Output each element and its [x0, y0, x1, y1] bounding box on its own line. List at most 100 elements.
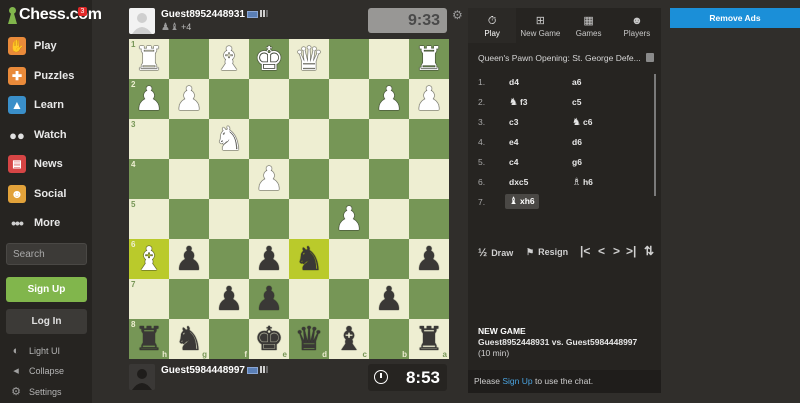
square-d3[interactable]	[289, 119, 329, 159]
square-b5[interactable]	[369, 199, 409, 239]
square-b7[interactable]: ♟	[369, 279, 409, 319]
sidebar-item-puzzles[interactable]: ✚ Puzzles	[0, 63, 92, 89]
white-pawn-icon[interactable]: ♟	[334, 199, 364, 239]
top-player-avatar[interactable]	[129, 8, 155, 34]
move-white[interactable]: e4	[509, 137, 518, 147]
square-a2[interactable]: ♟	[409, 79, 449, 119]
square-g6[interactable]: ♟	[169, 239, 209, 279]
white-rook-icon[interactable]: ♜	[134, 39, 164, 79]
white-pawn-icon[interactable]: ♟	[174, 79, 204, 119]
chess-board[interactable]: 1 ♜ ♝ ♚ ♛ ♜ 2 ♟ ♟ ♟ ♟ 3 ♞ 4 ♟ 5 ♟ 6 ♝ ♟ ♟ ♞ ♟ 7 ♟ ♟ ♟ 8 h ♜ g ♞ f e ♚ d ♛ c ♝ b…	[129, 39, 449, 359]
square-e4[interactable]: ♟	[249, 159, 289, 199]
square-g3[interactable]	[169, 119, 209, 159]
square-a6[interactable]: ♟	[409, 239, 449, 279]
square-b2[interactable]: ♟	[369, 79, 409, 119]
white-bishop-icon[interactable]: ♝	[134, 239, 164, 279]
log-in-button[interactable]: Log In	[6, 309, 87, 334]
move-black[interactable]: ♗ h6	[572, 177, 593, 188]
previous-move-icon[interactable]: <	[598, 244, 605, 258]
settings-link[interactable]: ⚙ Settings	[0, 383, 92, 401]
square-g8[interactable]: g ♞	[169, 319, 209, 359]
square-f8[interactable]: f	[209, 319, 249, 359]
move-white[interactable]: ♞ f3	[509, 97, 528, 108]
square-h7[interactable]: 7	[129, 279, 169, 319]
white-king-icon[interactable]: ♚	[254, 39, 284, 79]
black-pawn-icon[interactable]: ♟	[254, 239, 284, 279]
square-a1[interactable]: ♜	[409, 39, 449, 79]
book-icon[interactable]	[646, 53, 654, 62]
bottom-player-avatar[interactable]	[129, 364, 155, 390]
square-a7[interactable]	[409, 279, 449, 319]
square-g4[interactable]	[169, 159, 209, 199]
square-c8[interactable]: c ♝	[329, 319, 369, 359]
square-c7[interactable]	[329, 279, 369, 319]
notification-badge[interactable]: 3	[78, 7, 87, 16]
draw-button[interactable]: ½ Draw	[478, 247, 513, 259]
square-g1[interactable]	[169, 39, 209, 79]
square-f6[interactable]	[209, 239, 249, 279]
black-rook-icon[interactable]: ♜	[414, 319, 444, 359]
square-e7[interactable]: ♟	[249, 279, 289, 319]
flip-board-icon[interactable]: ⇅	[644, 244, 654, 258]
tab-new-game[interactable]: ⊞ New Game	[516, 8, 564, 43]
black-knight-icon[interactable]: ♞	[294, 239, 324, 279]
square-h6[interactable]: 6 ♝	[129, 239, 169, 279]
move-white[interactable]: d4	[509, 77, 519, 87]
sign-up-button[interactable]: Sign Up	[6, 277, 87, 302]
square-b6[interactable]	[369, 239, 409, 279]
black-rook-icon[interactable]: ♜	[134, 319, 164, 359]
square-f4[interactable]	[209, 159, 249, 199]
sidebar-item-play[interactable]: ✋ Play	[0, 33, 92, 59]
square-d2[interactable]	[289, 79, 329, 119]
black-knight-icon[interactable]: ♞	[174, 319, 204, 359]
top-player-name[interactable]: Guest8952448931	[161, 9, 269, 20]
sidebar-item-social[interactable]: ☻ Social	[0, 181, 92, 207]
square-f7[interactable]: ♟	[209, 279, 249, 319]
white-pawn-icon[interactable]: ♟	[254, 159, 284, 199]
square-g2[interactable]: ♟	[169, 79, 209, 119]
move-white[interactable]: dxc5	[509, 177, 528, 187]
next-move-icon[interactable]: >	[613, 244, 620, 258]
search-input[interactable]	[6, 243, 87, 265]
white-queen-icon[interactable]: ♛	[294, 39, 324, 79]
move-white[interactable]: c4	[509, 157, 518, 167]
square-e2[interactable]	[249, 79, 289, 119]
board-settings-gear-icon[interactable]: ⚙	[452, 8, 463, 22]
square-h1[interactable]: 1 ♜	[129, 39, 169, 79]
square-b8[interactable]: b	[369, 319, 409, 359]
sidebar-item-more[interactable]: ••• More	[0, 210, 92, 236]
sidebar-item-news[interactable]: ▤ News	[0, 151, 92, 177]
square-c3[interactable]	[329, 119, 369, 159]
resign-button[interactable]: ⚑ Resign	[526, 247, 568, 258]
square-f5[interactable]	[209, 199, 249, 239]
square-e1[interactable]: ♚	[249, 39, 289, 79]
current-move[interactable]: ♝ xh6	[505, 194, 539, 209]
chess-com-logo[interactable]: Chess.com	[7, 4, 102, 26]
square-c2[interactable]	[329, 79, 369, 119]
tab-players[interactable]: ☻ Players	[613, 8, 661, 43]
light-ui-toggle[interactable]: ◐ Light UI	[0, 342, 92, 360]
move-list-scrollbar[interactable]	[654, 74, 656, 196]
square-a8[interactable]: a ♜	[409, 319, 449, 359]
square-d4[interactable]	[289, 159, 329, 199]
square-a5[interactable]	[409, 199, 449, 239]
square-e5[interactable]	[249, 199, 289, 239]
black-bishop-icon[interactable]: ♝	[334, 319, 364, 359]
opening-name[interactable]: Queen's Pawn Opening: St. George Defe...	[468, 49, 661, 67]
move-white[interactable]: c3	[509, 117, 518, 127]
black-pawn-icon[interactable]: ♟	[254, 279, 284, 319]
square-c1[interactable]	[329, 39, 369, 79]
square-e6[interactable]: ♟	[249, 239, 289, 279]
remove-ads-button[interactable]: Remove Ads	[670, 8, 800, 28]
square-h4[interactable]: 4	[129, 159, 169, 199]
square-c6[interactable]	[329, 239, 369, 279]
square-b3[interactable]	[369, 119, 409, 159]
tab-games[interactable]: ▦ Games	[565, 8, 613, 43]
square-d5[interactable]	[289, 199, 329, 239]
move-black[interactable]: g6	[572, 157, 582, 167]
move-black[interactable]: a6	[572, 77, 581, 87]
square-g7[interactable]	[169, 279, 209, 319]
first-move-icon[interactable]: |<	[580, 244, 590, 258]
square-f2[interactable]	[209, 79, 249, 119]
black-pawn-icon[interactable]: ♟	[174, 239, 204, 279]
